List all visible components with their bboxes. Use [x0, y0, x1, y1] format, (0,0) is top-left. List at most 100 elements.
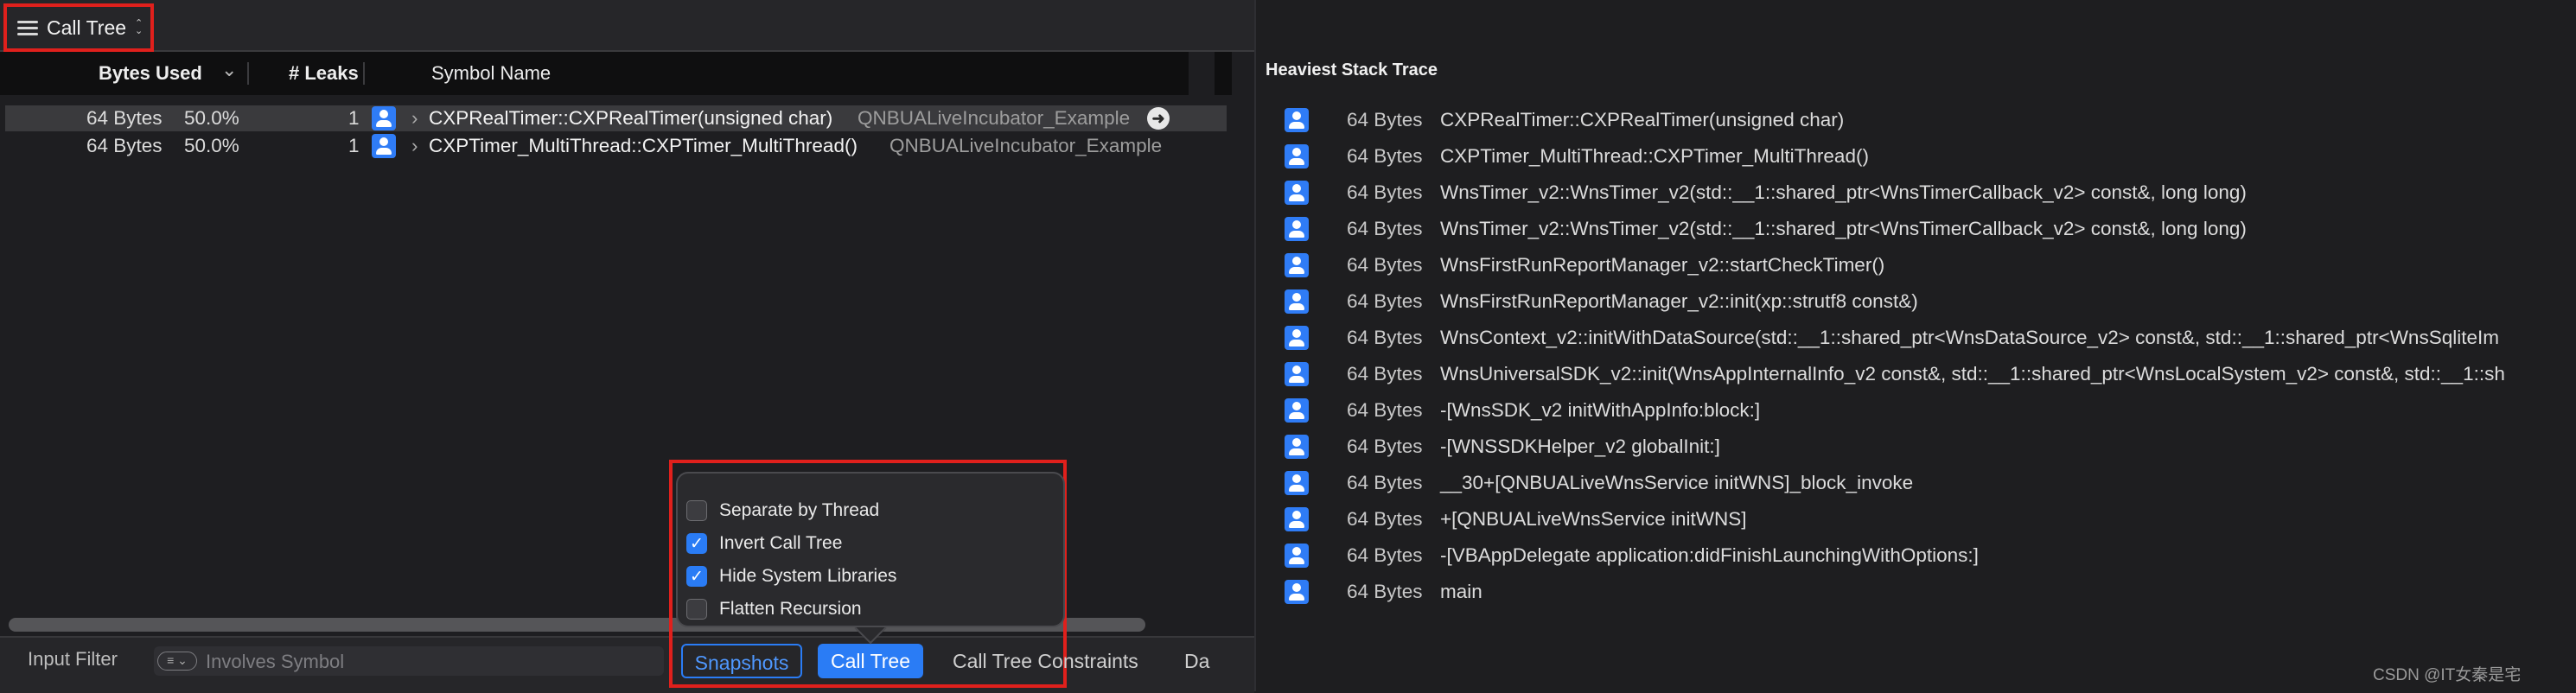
tab-call-tree[interactable]: Call Tree — [818, 644, 923, 678]
row-library: QNBUALiveIncubator_Example — [858, 107, 1131, 129]
stack-frame[interactable]: 64 Bytes CXPRealTimer::CXPRealTimer(unsig… — [1285, 107, 2573, 133]
frame-symbol: __30+[QNBUALiveWnsService initWNS]_block… — [1440, 472, 1914, 493]
checkbox-unchecked[interactable] — [686, 500, 707, 521]
detail-toolbar — [0, 0, 1254, 52]
stack-frame[interactable]: 64 Bytes WnsFirstRunReportManager_v2::ini… — [1285, 289, 2573, 315]
stack-frame[interactable]: 64 Bytes -[WNSSDKHelper_v2 globalInit:] — [1285, 434, 2573, 460]
frame-symbol: CXPRealTimer::CXPRealTimer(unsigned char… — [1440, 109, 1845, 130]
chevron-right-icon[interactable]: › — [411, 105, 418, 131]
user-icon — [1285, 398, 1309, 423]
stack-frame[interactable]: 64 Bytes CXPTimer_MultiThread::CXPTimer_M… — [1285, 143, 2573, 169]
frame-symbol: WnsFirstRunReportManager_v2::startCheckT… — [1440, 254, 1885, 276]
stack-frame[interactable]: 64 Bytes WnsTimer_v2::WnsTimer_v2(std::__… — [1285, 216, 2573, 242]
frame-size: 64 Bytes — [1347, 254, 1423, 276]
row-library: QNBUALiveIncubator_Example — [889, 135, 1163, 156]
stack-frame[interactable]: 64 Bytes main — [1285, 579, 2573, 605]
frame-symbol: WnsContext_v2::initWithDataSource(std::_… — [1440, 327, 2499, 348]
view-selector-menu[interactable]: Call Tree ⌃⌄ — [3, 3, 154, 52]
arrow-right-circle-icon[interactable]: ➜ — [1147, 107, 1170, 130]
option-separate-by-thread[interactable]: Separate by Thread — [686, 498, 879, 524]
user-icon — [1285, 507, 1309, 531]
frame-size: 64 Bytes — [1347, 181, 1423, 203]
frame-size: 64 Bytes — [1347, 544, 1423, 566]
table-header: Bytes Used ⌄ # Leaks Symbol Name — [0, 52, 1189, 95]
chevron-right-icon[interactable]: › — [411, 133, 418, 159]
up-down-chevron-icon: ⌃⌄ — [135, 18, 143, 36]
view-selector-label: Call Tree — [47, 16, 127, 39]
option-flatten-recursion[interactable]: Flatten Recursion — [686, 596, 862, 622]
filter-icon[interactable]: ≡ ⌄ — [157, 652, 197, 671]
user-icon — [1285, 253, 1309, 277]
checkbox-checked[interactable]: ✓ — [686, 566, 707, 587]
row-percent: 50.0% — [184, 107, 239, 129]
frame-size: 64 Bytes — [1347, 581, 1423, 602]
frame-size: 64 Bytes — [1347, 290, 1423, 312]
frame-symbol: -[VBAppDelegate application:didFinishLau… — [1440, 544, 1979, 566]
frame-size: 64 Bytes — [1347, 327, 1423, 348]
frame-size: 64 Bytes — [1347, 399, 1423, 421]
hamburger-icon — [17, 20, 38, 35]
stack-frame[interactable]: 64 Bytes WnsTimer_v2::WnsTimer_v2(std::__… — [1285, 180, 2573, 206]
frame-size: 64 Bytes — [1347, 472, 1423, 493]
user-icon — [1285, 108, 1309, 132]
frame-symbol: WnsTimer_v2::WnsTimer_v2(std::__1::share… — [1440, 218, 2247, 239]
user-icon — [1285, 362, 1309, 386]
option-label: Flatten Recursion — [719, 599, 862, 619]
option-invert-call-tree[interactable]: ✓ Invert Call Tree — [686, 531, 842, 556]
frame-symbol: main — [1440, 581, 1482, 602]
column-divider[interactable] — [247, 62, 249, 85]
column-header-bytes-used[interactable]: Bytes Used — [99, 52, 202, 95]
frame-size: 64 Bytes — [1347, 145, 1423, 167]
option-hide-system-libraries[interactable]: ✓ Hide System Libraries — [686, 563, 896, 589]
user-icon — [1285, 217, 1309, 241]
row-leaks: 1 — [348, 135, 360, 156]
table-row[interactable]: 64 Bytes 50.0% 1 › CXPRealTimer::CXPReal… — [5, 105, 1227, 131]
column-header-leaks[interactable]: # Leaks — [289, 52, 359, 95]
frame-size: 64 Bytes — [1347, 363, 1423, 385]
stack-frame[interactable]: 64 Bytes __30+[QNBUALiveWnsService initWN… — [1285, 470, 2573, 496]
user-icon — [1285, 580, 1309, 604]
watermark: CSDN @IT女秦是宅 — [2373, 666, 2522, 684]
user-icon — [1285, 144, 1309, 168]
checkbox-unchecked[interactable] — [686, 599, 707, 620]
call-tree-options-popover: Separate by Thread ✓ Invert Call Tree ✓ … — [676, 472, 1065, 627]
option-label: Invert Call Tree — [719, 533, 843, 553]
frame-symbol: WnsUniversalSDK_v2::init(WnsAppInternalI… — [1440, 363, 2505, 385]
user-icon — [1285, 326, 1309, 350]
user-icon — [372, 134, 396, 158]
option-label: Separate by Thread — [719, 500, 880, 520]
user-icon — [1285, 289, 1309, 314]
stack-frame[interactable]: 64 Bytes -[VBAppDelegate application:didF… — [1285, 543, 2573, 569]
stack-frame[interactable]: 64 Bytes WnsUniversalSDK_v2::init(WnsAppI… — [1285, 361, 2573, 387]
column-header-symbol-name[interactable]: Symbol Name — [431, 52, 551, 95]
stack-frame[interactable]: 64 Bytes WnsContext_v2::initWithDataSourc… — [1285, 325, 2573, 351]
frame-size: 64 Bytes — [1347, 218, 1423, 239]
user-icon — [1285, 181, 1309, 205]
stack-frame[interactable]: 64 Bytes +[QNBUALiveWnsService initWNS] — [1285, 506, 2573, 532]
frame-symbol: WnsTimer_v2::WnsTimer_v2(std::__1::share… — [1440, 181, 2247, 203]
sort-chevron-icon[interactable]: ⌄ — [221, 48, 237, 92]
frame-size: 64 Bytes — [1347, 109, 1423, 130]
row-percent: 50.0% — [184, 135, 239, 156]
filter-placeholder: Involves Symbol — [206, 651, 345, 672]
frame-symbol: CXPTimer_MultiThread::CXPTimer_MultiThre… — [1440, 145, 1869, 167]
table-row[interactable]: 64 Bytes 50.0% 1 › CXPTimer_MultiThread:… — [5, 133, 1227, 159]
tab-call-tree-constraints[interactable]: Call Tree Constraints — [953, 644, 1138, 678]
stack-frame[interactable]: 64 Bytes WnsFirstRunReportManager_v2::sta… — [1285, 252, 2573, 278]
user-icon — [1285, 471, 1309, 495]
stack-frame[interactable]: 64 Bytes -[WnsSDK_v2 initWithAppInfo:bloc… — [1285, 397, 2573, 423]
user-icon — [1285, 544, 1309, 568]
checkbox-checked[interactable]: ✓ — [686, 533, 707, 554]
frame-symbol: -[WNSSDKHelper_v2 globalInit:] — [1440, 436, 1720, 457]
tab-snapshots[interactable]: Snapshots — [681, 644, 802, 678]
tab-data-truncated[interactable]: Da — [1184, 644, 1210, 678]
table-header-corner — [1215, 52, 1232, 95]
user-icon — [372, 106, 396, 130]
frame-size: 64 Bytes — [1347, 436, 1423, 457]
row-symbol: CXPTimer_MultiThread::CXPTimer_MultiThre… — [429, 135, 858, 156]
column-divider[interactable] — [363, 62, 365, 85]
user-icon — [1285, 435, 1309, 459]
frame-symbol: +[QNBUALiveWnsService initWNS] — [1440, 508, 1747, 530]
row-symbol: CXPRealTimer::CXPRealTimer(unsigned char… — [429, 107, 833, 129]
filter-search-field[interactable]: ≡ ⌄ Involves Symbol — [154, 646, 664, 676]
